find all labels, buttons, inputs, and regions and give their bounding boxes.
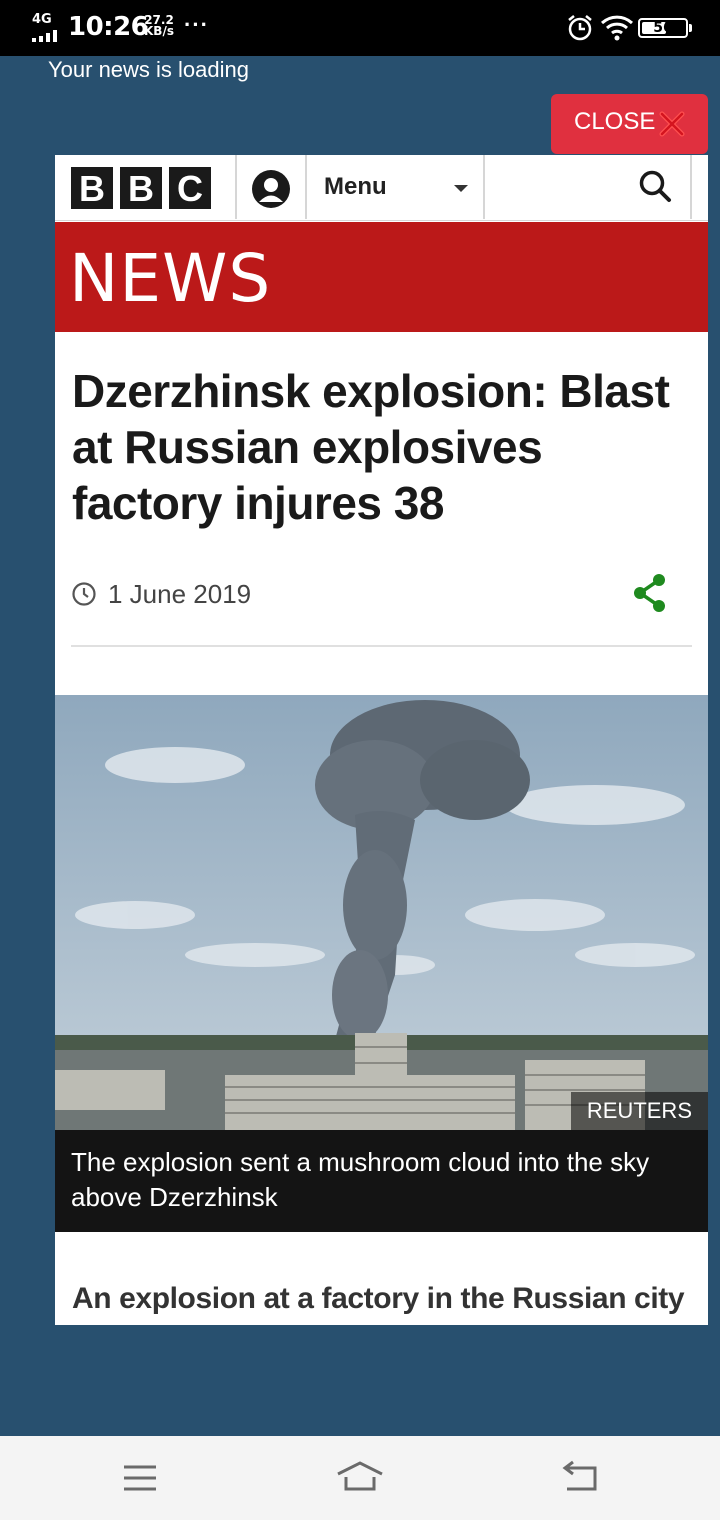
divider bbox=[71, 645, 692, 647]
alarm-icon bbox=[568, 15, 592, 41]
battery-icon: 56 bbox=[638, 18, 692, 38]
photo-caption: The explosion sent a mushroom cloud into… bbox=[55, 1130, 708, 1232]
status-time: 10:26 bbox=[68, 12, 149, 42]
nav-back-button[interactable] bbox=[555, 1456, 605, 1500]
news-banner[interactable]: NEWS bbox=[55, 222, 708, 332]
nav-home-icon bbox=[337, 1461, 383, 1491]
nav-menu-button[interactable] bbox=[115, 1456, 165, 1500]
cellular-signal-icon: 4G bbox=[30, 12, 64, 42]
article-date: 1 June 2019 bbox=[108, 579, 252, 609]
wifi-icon bbox=[600, 15, 634, 41]
nav-menu-icon bbox=[124, 1465, 156, 1491]
divider bbox=[483, 155, 485, 219]
network-type: 4G bbox=[32, 12, 52, 27]
close-button-label: CLOSE bbox=[574, 108, 656, 135]
bbc-logo-letter: B bbox=[71, 167, 113, 209]
more-notifications-icon: ··· bbox=[184, 12, 209, 37]
divider bbox=[235, 155, 237, 219]
bbc-logo-letter: B bbox=[120, 167, 162, 209]
clock-icon bbox=[72, 582, 96, 606]
chevron-down-icon bbox=[454, 185, 468, 192]
bbc-logo-letter: C bbox=[169, 167, 211, 209]
nav-home-button[interactable] bbox=[335, 1456, 385, 1500]
bbc-header: BBC Menu bbox=[55, 155, 708, 221]
battery-level: 56 bbox=[653, 20, 673, 36]
network-speed-unit: KB/s bbox=[144, 24, 174, 38]
explosion-mushroom-cloud-image bbox=[55, 695, 708, 1130]
loading-message: Your news is loading bbox=[48, 57, 249, 82]
account-icon[interactable] bbox=[251, 169, 291, 209]
close-x-icon bbox=[659, 111, 685, 137]
nav-back-icon bbox=[562, 1460, 597, 1491]
divider bbox=[690, 155, 692, 219]
menu-label: Menu bbox=[324, 173, 387, 200]
menu-dropdown[interactable]: Menu bbox=[308, 155, 484, 219]
article-photo[interactable] bbox=[55, 695, 708, 1130]
system-nav-bar bbox=[0, 1436, 720, 1520]
bbc-logo[interactable]: BBC bbox=[71, 167, 218, 209]
network-speed: 27.2 KB/s bbox=[142, 14, 176, 38]
share-icon[interactable] bbox=[631, 573, 667, 613]
search-icon bbox=[639, 170, 671, 202]
article-headline: Dzerzhinsk explosion: Blast at Russian e… bbox=[72, 365, 670, 529]
close-button[interactable]: CLOSE bbox=[551, 94, 708, 154]
news-logo: NEWS bbox=[69, 240, 272, 317]
article-lead-text: An explosion at a factory in the Russian… bbox=[72, 1282, 685, 1315]
photo-credit: REUTERS bbox=[570, 1092, 708, 1130]
divider bbox=[305, 155, 307, 219]
article-preview: BBC Menu NEWS Dzerzhinsk explosion: Blas… bbox=[55, 155, 708, 1325]
search-button[interactable] bbox=[486, 155, 692, 219]
status-bar: 4G 10:26 27.2 KB/s ··· 56 bbox=[0, 0, 720, 56]
